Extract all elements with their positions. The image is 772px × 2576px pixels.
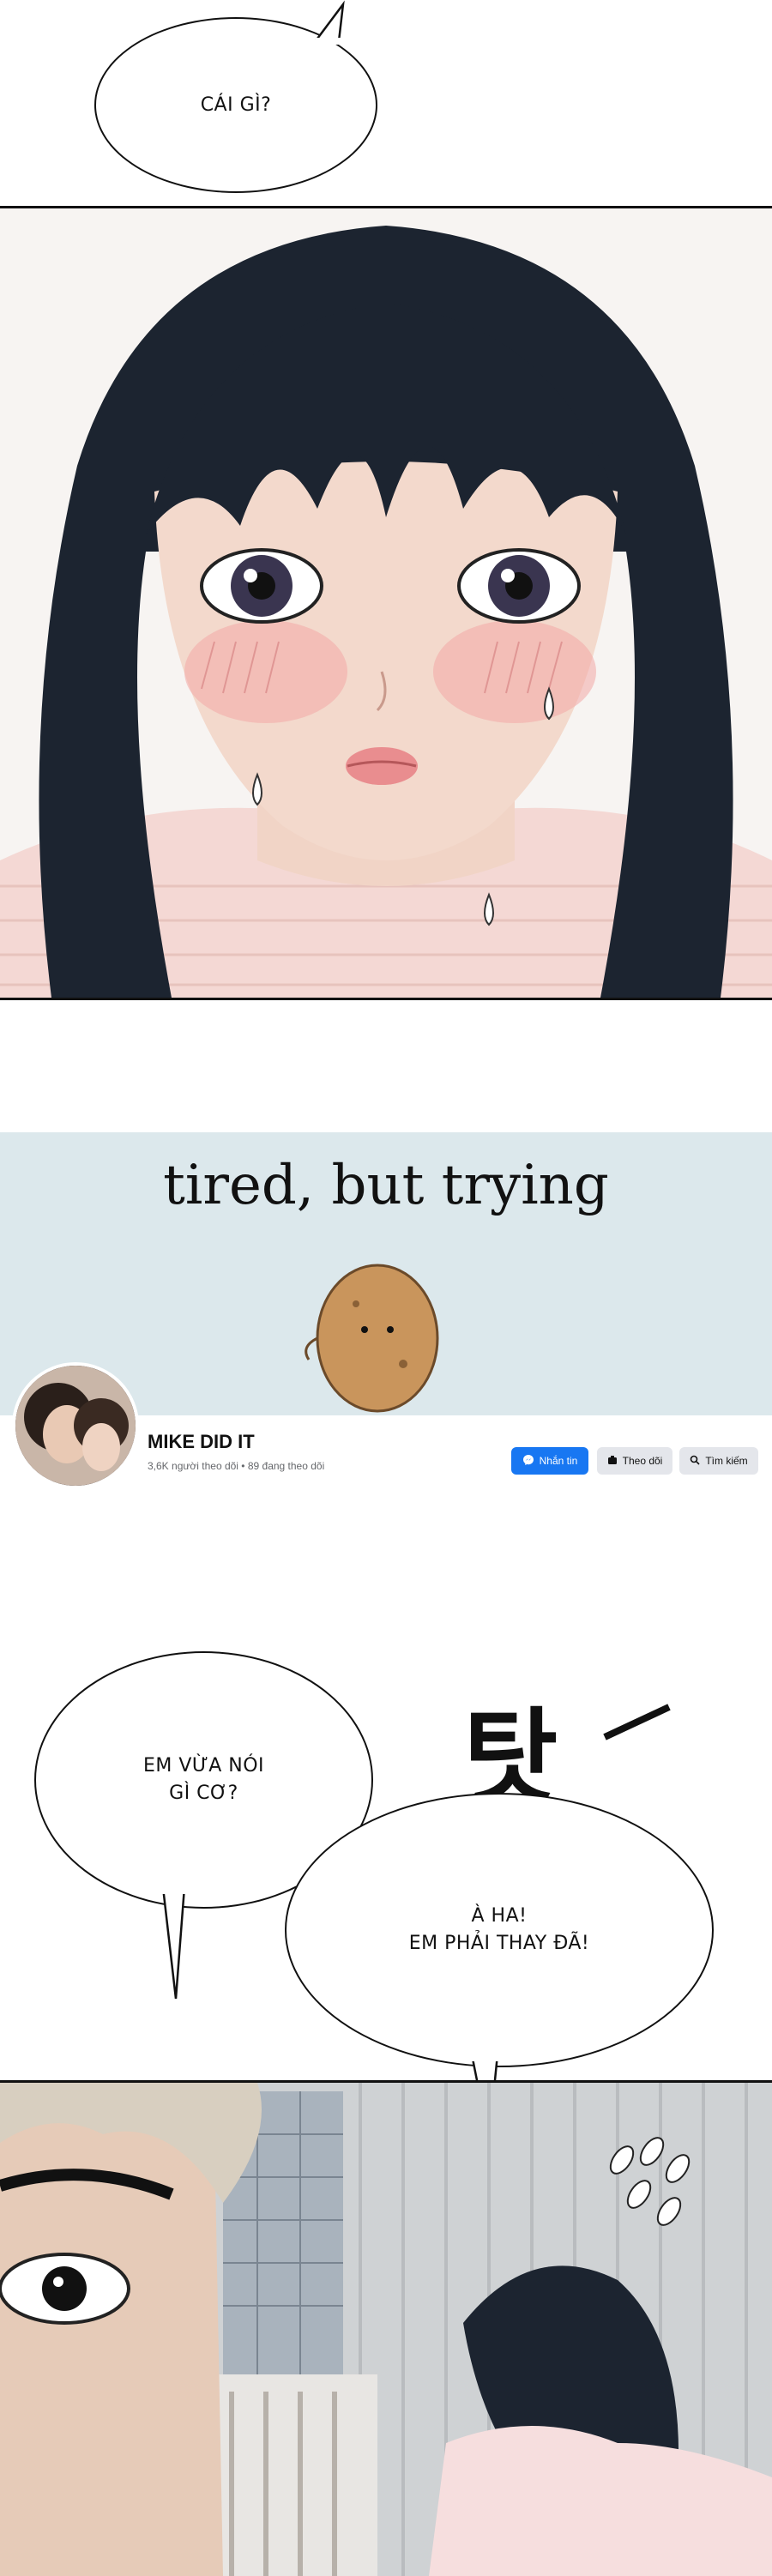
speech-bubble-right: À HA! EM PHẢI THAY ĐÃ!: [285, 1793, 714, 2067]
search-button[interactable]: Tìm kiếm: [679, 1447, 758, 1475]
follow-button-label: Theo dõi: [622, 1455, 663, 1467]
cover-title: tired, but trying: [163, 1154, 609, 1217]
panel-bedroom: [0, 2080, 772, 2576]
follow-icon: [607, 1455, 618, 1468]
bubble-tail-top: [315, 0, 345, 45]
bubble-text-right: À HA! EM PHẢI THAY ĐÃ!: [408, 1905, 590, 1954]
message-button[interactable]: Nhắn tin: [511, 1447, 588, 1475]
bubble-tail-left: [161, 1887, 187, 2000]
bubble-text-top: CÁI GÌ?: [200, 94, 272, 116]
follow-button[interactable]: Theo dõi: [597, 1447, 672, 1475]
page-name[interactable]: MIKE DID IT: [148, 1431, 255, 1453]
avatar-image: [15, 1366, 136, 1486]
page-stats: 3,6K người theo dõi • 89 đang theo dõi: [148, 1460, 325, 1472]
avatar[interactable]: [12, 1362, 139, 1489]
panel-girl-closeup: [0, 206, 772, 1000]
potato-mascot: [305, 1264, 439, 1413]
girl-closeup-illustration: [0, 226, 772, 998]
message-button-label: Nhắn tin: [539, 1455, 578, 1467]
search-button-label: Tìm kiếm: [705, 1455, 748, 1467]
bedroom-illustration: [0, 2083, 772, 2576]
messenger-icon: [522, 1454, 534, 1469]
bubble-text-left: EM VỪA NÓI GÌ CƠ?: [142, 1755, 265, 1804]
cover-photo: tired, but trying: [0, 1132, 772, 1415]
search-icon: [690, 1455, 700, 1468]
